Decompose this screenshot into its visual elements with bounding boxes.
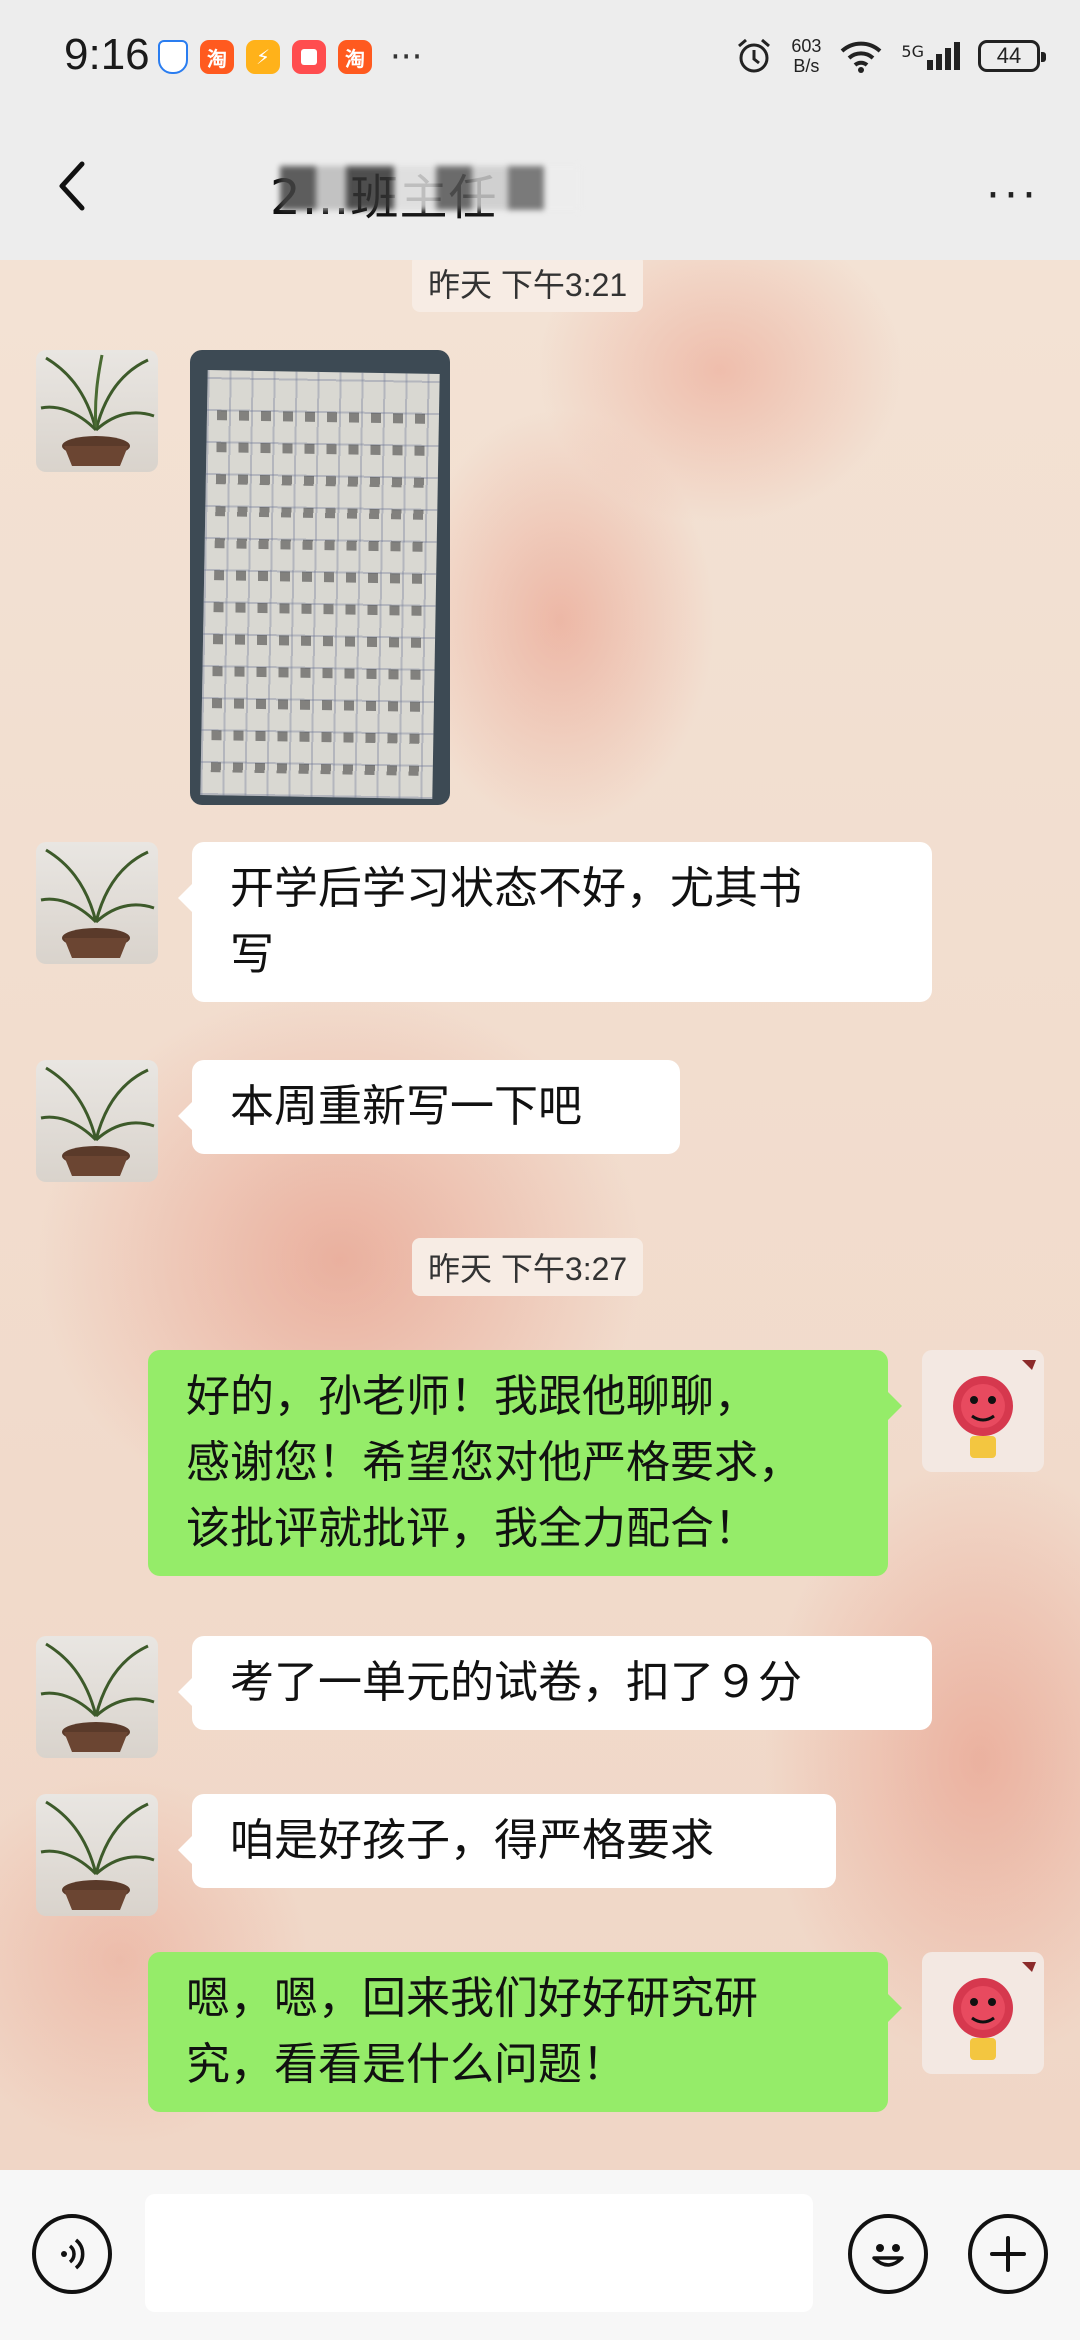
avatar[interactable]	[922, 1952, 1044, 2074]
lightning-app-icon: ⚡	[246, 40, 280, 74]
signal-icon: 5G	[901, 42, 960, 70]
avatar[interactable]	[36, 842, 158, 964]
status-time: 9:16	[64, 30, 150, 79]
status-right: 603 B/s 5G 44	[735, 36, 1046, 76]
avatar[interactable]	[36, 1060, 158, 1182]
emoji-icon[interactable]	[848, 2214, 928, 2294]
plus-icon[interactable]	[968, 2214, 1048, 2294]
avatar[interactable]	[36, 350, 158, 472]
net-speed: 603 B/s	[791, 36, 822, 76]
handwriting-photo	[200, 370, 440, 799]
message-bubble[interactable]: 好的，孙老师！我跟他聊聊， 感谢您！希望您对他严格要求， 该批评就批评，我全力配…	[148, 1350, 902, 1576]
image-message[interactable]	[190, 350, 450, 805]
shield-icon	[158, 40, 188, 74]
battery-icon: 44	[978, 40, 1046, 72]
title-redaction	[280, 166, 580, 210]
timestamp: 昨天 下午3:21	[412, 260, 644, 312]
status-app-icons: 淘 ⚡ 淘 ···	[158, 40, 422, 74]
taobao-icon: 淘	[338, 40, 372, 74]
wifi-icon	[841, 41, 882, 73]
voice-icon[interactable]	[32, 2214, 112, 2294]
message-list[interactable]: 昨天 下午3:21 开学后学习状态不好，尤其书 写 本周重新写一下吧 昨天 下午…	[0, 260, 1080, 2170]
timestamp: 昨天 下午3:27	[412, 1238, 644, 1296]
status-overflow: ···	[390, 37, 423, 77]
chevron-left-icon[interactable]	[44, 156, 104, 216]
alarm-icon	[738, 38, 771, 73]
message-bubble[interactable]: 本周重新写一下吧	[178, 1060, 680, 1154]
taobao-icon: 淘	[200, 40, 234, 74]
message-input[interactable]	[145, 2194, 813, 2312]
message-bubble[interactable]: 考了一单元的试卷，扣了９分	[178, 1636, 932, 1730]
chat-header: 2…班主任 ···	[0, 120, 1080, 260]
message-bubble[interactable]: 咱是好孩子，得严格要求	[178, 1794, 836, 1888]
more-options-button[interactable]: ···	[986, 170, 1040, 221]
status-bar: 9:16 淘 ⚡ 淘 ··· 603 B/s 5G 44	[0, 0, 1080, 120]
avatar[interactable]	[36, 1794, 158, 1916]
avatar[interactable]	[36, 1636, 158, 1758]
input-bar	[0, 2170, 1080, 2340]
message-bubble[interactable]: 开学后学习状态不好，尤其书 写	[178, 842, 932, 1002]
square-app-icon	[292, 40, 326, 74]
avatar[interactable]	[922, 1350, 1044, 1472]
message-bubble[interactable]: 嗯，嗯，回来我们好好研究研 究，看看是什么问题！	[148, 1952, 902, 2112]
